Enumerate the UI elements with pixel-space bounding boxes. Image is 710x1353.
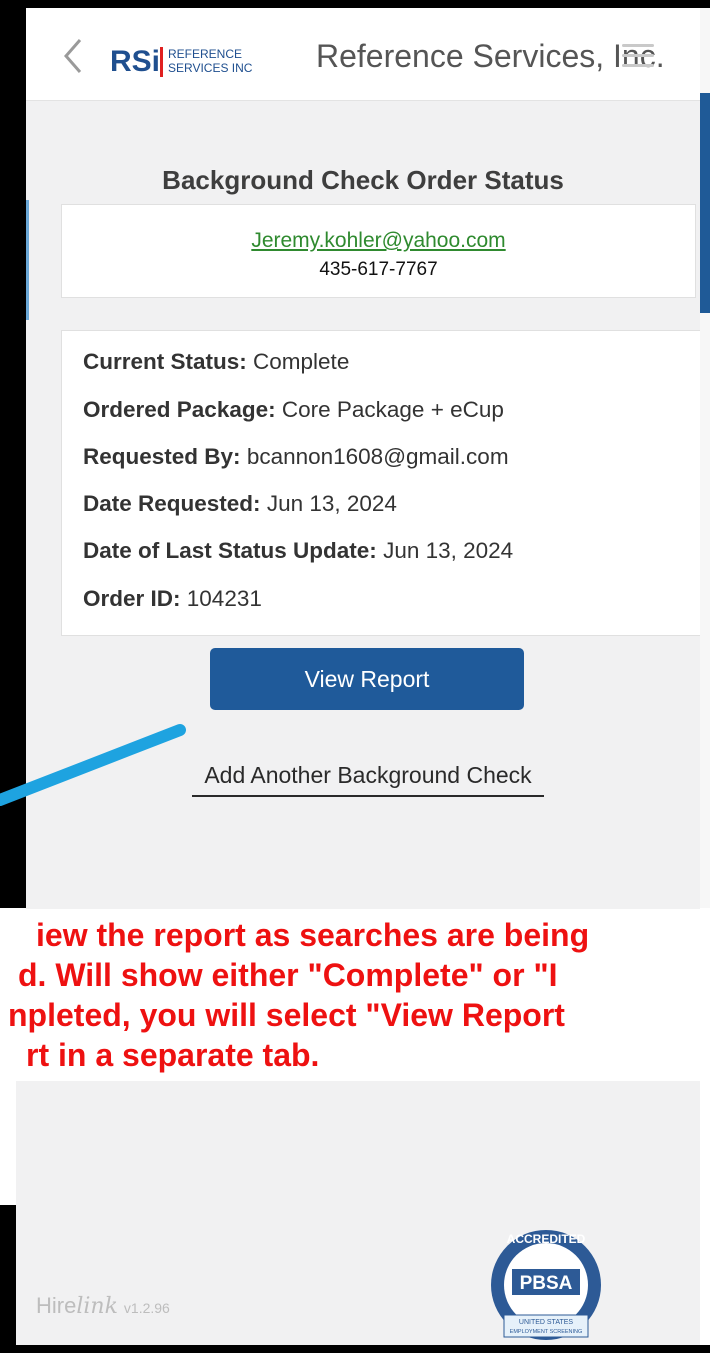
contact-phone: 435-617-7767: [319, 259, 438, 280]
badge-bottom-text-2: EMPLOYMENT SCREENING: [510, 1329, 583, 1335]
screenshot: RSi REFERENCE SERVICES INC Reference Ser…: [0, 0, 710, 1353]
logo-letters: RSi: [110, 45, 160, 78]
detail-label: Date of Last Status Update:: [83, 538, 377, 563]
detail-value: 104231: [186, 586, 262, 611]
app-footer: Hirelink v1.2.96 ACCREDITED PBSA UNITED S…: [16, 1081, 700, 1345]
brand-title: Reference Services, Inc.: [316, 38, 665, 74]
detail-row-date-requested: Date Requested: Jun 13, 2024: [83, 491, 397, 517]
page-title: Background Check Order Status: [162, 165, 564, 195]
detail-label: Order ID:: [83, 586, 181, 611]
annotation-line-1: iew the report as searches are being: [36, 917, 590, 953]
hirelink-brand: Hirelink v1.2.96: [36, 1293, 170, 1319]
badge-main-text: PBSA: [520, 1273, 573, 1294]
view-report-button[interactable]: View Report: [210, 648, 524, 710]
brand-link: link: [76, 1294, 118, 1319]
detail-row-order-id: Order ID: 104231: [83, 586, 262, 612]
annotation-line-3: npleted, you will select "View Report: [8, 997, 565, 1033]
detail-row-current-status: Current Status: Complete: [83, 349, 349, 375]
order-details-card: Current Status: Complete Ordered Package…: [61, 330, 706, 636]
detail-row-ordered-package: Ordered Package: Core Package + eCup: [83, 397, 504, 423]
logo-line-2: SERVICES INC: [168, 61, 253, 75]
detail-value: bcannon1608@gmail.com: [246, 444, 509, 469]
detail-value: Jun 13, 2024: [383, 538, 514, 563]
logo-line-1: REFERENCE: [168, 47, 242, 61]
hamburger-menu-icon[interactable]: [622, 44, 654, 72]
brand-hire: Hire: [36, 1293, 77, 1318]
back-chevron-icon[interactable]: [60, 36, 86, 76]
badge-bottom-text-1: UNITED STATES: [519, 1319, 574, 1326]
annotation-line-2: d. Will show either "Complete" or "I: [18, 957, 558, 993]
detail-label: Requested By:: [83, 444, 241, 469]
black-frame-left-lower: [0, 1205, 16, 1353]
black-frame-left: [0, 0, 26, 908]
rsi-logo: RSi REFERENCE SERVICES INC: [110, 45, 253, 78]
black-frame-bottom: [0, 1345, 710, 1353]
contact-card: Jeremy.kohler@yahoo.com 435-617-7767: [61, 204, 696, 298]
detail-row-last-update: Date of Last Status Update: Jun 13, 2024: [83, 538, 513, 564]
black-frame-top: [0, 0, 710, 8]
detail-value: Jun 13, 2024: [266, 491, 397, 516]
pbsa-accredited-badge-icon: ACCREDITED PBSA UNITED STATES EMPLOYMENT…: [491, 1230, 601, 1340]
detail-value: Complete: [253, 349, 350, 374]
annotation-band: iew the report as searches are being d. …: [0, 909, 710, 1081]
detail-label: Current Status:: [83, 349, 247, 374]
badge-top-text: ACCREDITED: [507, 1232, 586, 1246]
contact-email-link[interactable]: Jeremy.kohler@yahoo.com: [62, 229, 695, 253]
background-window-accent: [26, 200, 29, 320]
detail-row-requested-by: Requested By: bcannon1608@gmail.com: [83, 444, 509, 470]
add-another-background-check-link[interactable]: Add Another Background Check: [192, 762, 544, 797]
detail-label: Ordered Package:: [83, 397, 276, 422]
background-window-edge: [700, 8, 710, 908]
app-version: v1.2.96: [123, 1300, 170, 1316]
annotation-line-4: rt in a separate tab.: [26, 1037, 320, 1073]
detail-value: Core Package + eCup: [281, 397, 504, 422]
detail-label: Date Requested:: [83, 491, 261, 516]
app-header: RSi REFERENCE SERVICES INC Reference Ser…: [26, 8, 700, 101]
